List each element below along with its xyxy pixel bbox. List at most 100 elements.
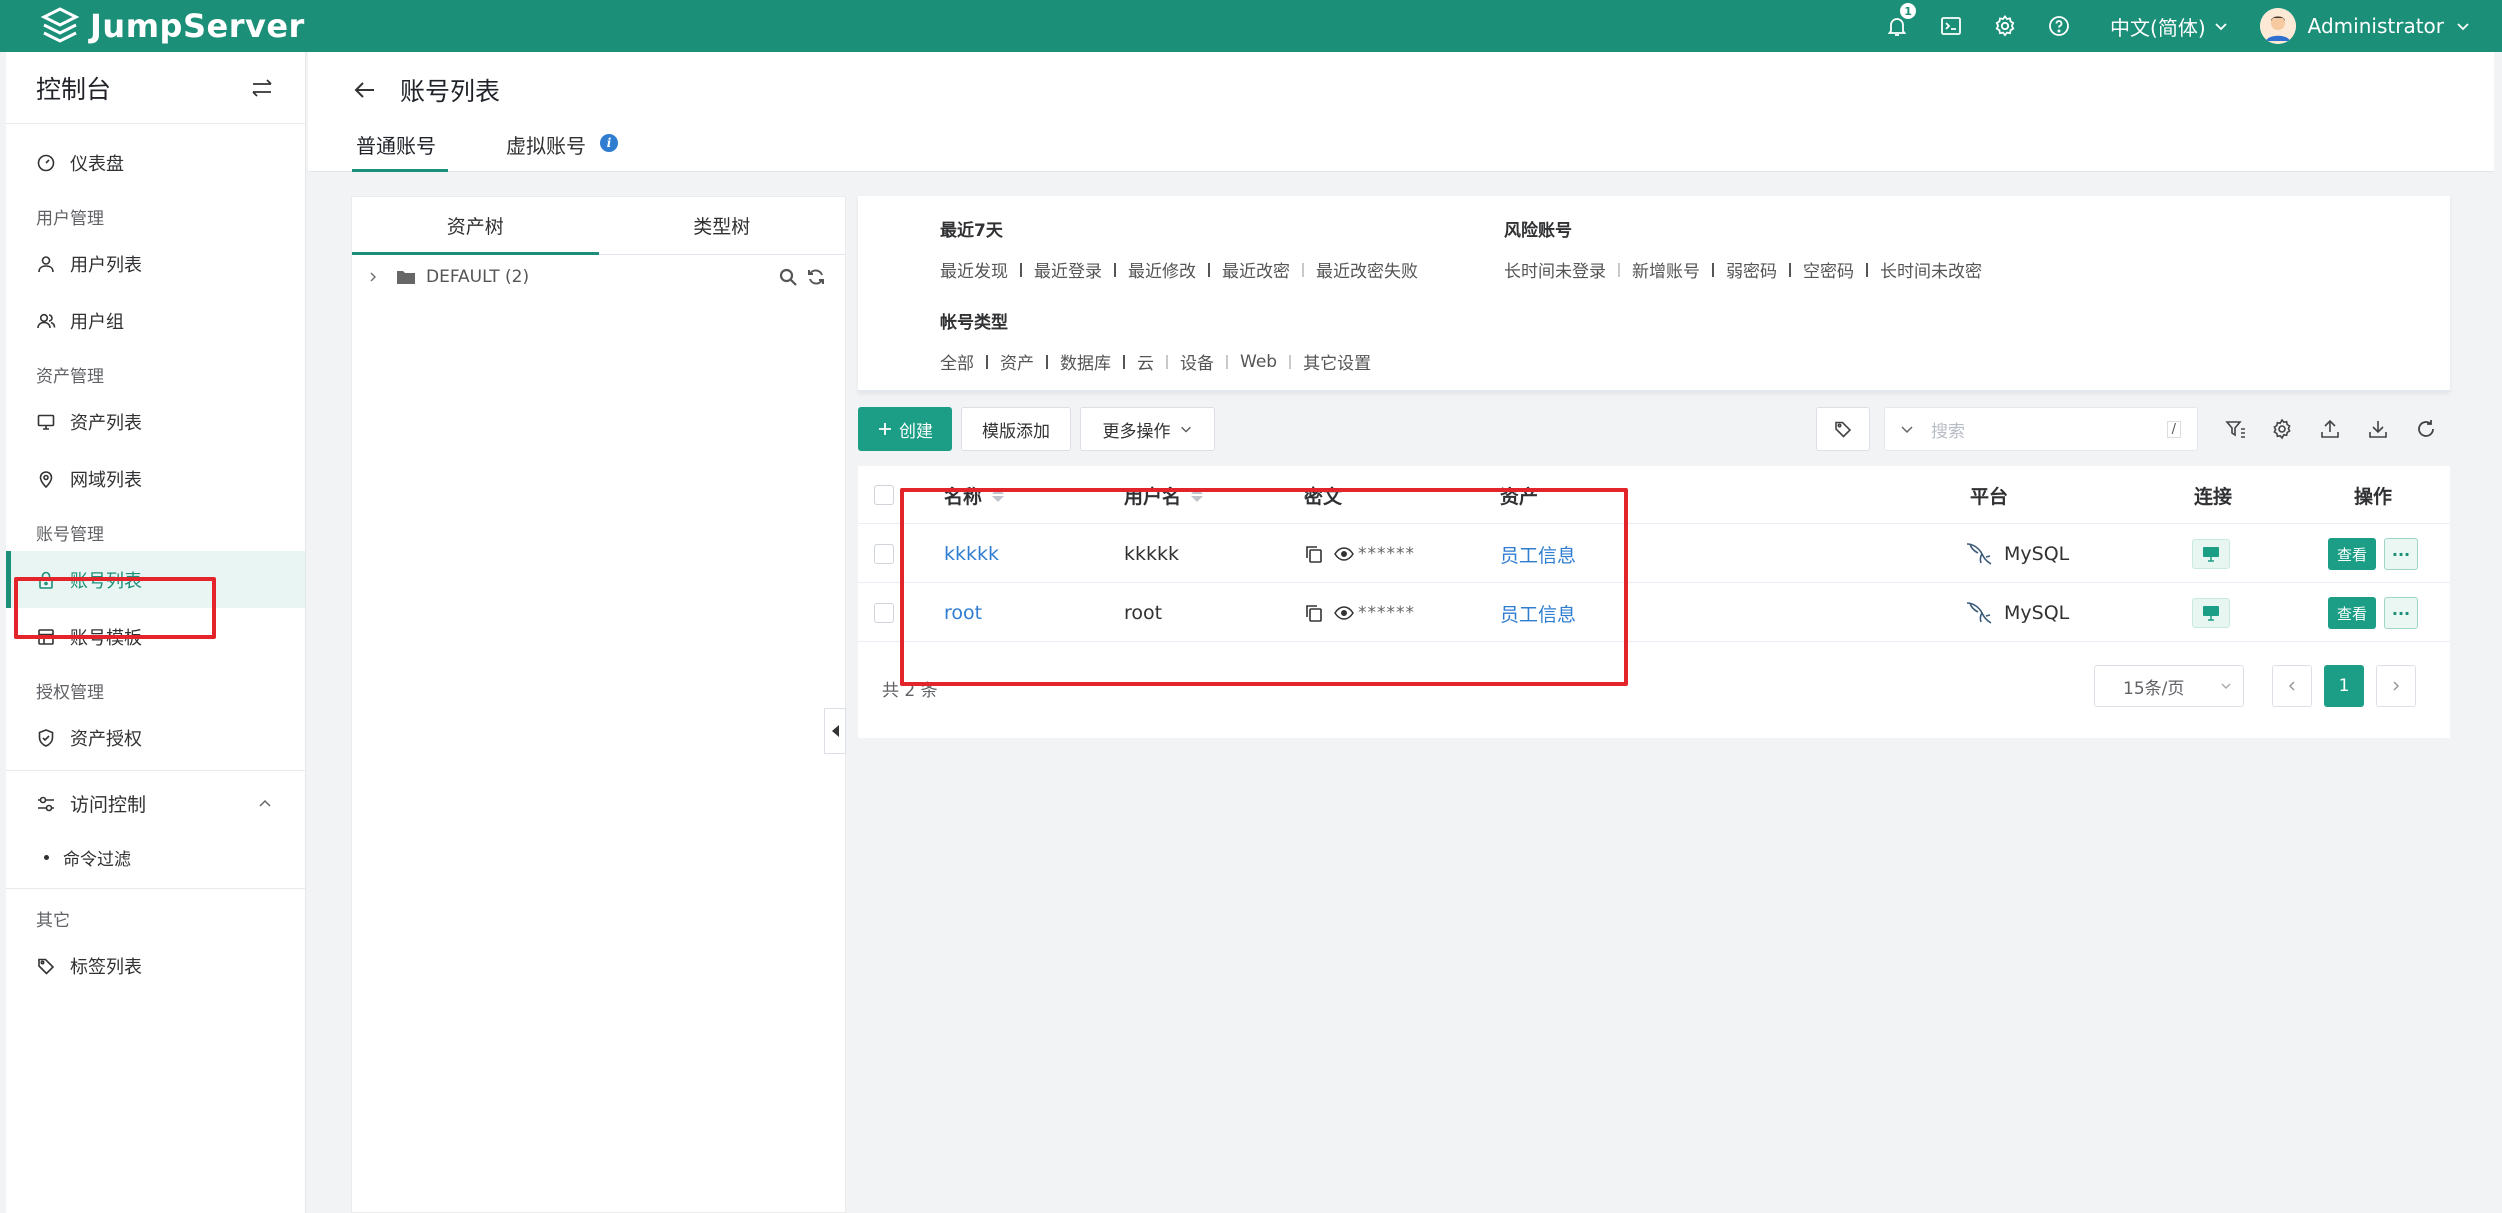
highlight-box-sidebar — [14, 577, 216, 639]
filter-recent-discovered[interactable]: 最近发现 — [940, 257, 1008, 282]
filter-new-accounts[interactable]: 新增账号 — [1632, 257, 1700, 282]
sidebar-group-users: 用户管理 — [36, 209, 104, 229]
sidebar-item-label: 用户组 — [70, 311, 124, 333]
col-actions: 操作 — [2354, 466, 2392, 524]
tab-normal-accounts[interactable]: 普通账号 — [352, 122, 448, 172]
tree-node-default[interactable]: DEFAULT (2) — [366, 267, 826, 287]
page-number-button[interactable]: 1 — [2324, 665, 2364, 707]
logo[interactable]: JumpServer — [40, 0, 305, 52]
search-shortcut-hint: / — [2166, 420, 2181, 438]
filter-type-all[interactable]: 全部 — [940, 349, 974, 374]
select-all-checkbox[interactable] — [874, 485, 894, 505]
template-add-button[interactable]: 模版添加 — [961, 407, 1071, 451]
monitor-icon — [36, 412, 56, 432]
connect-button[interactable] — [2192, 539, 2230, 569]
next-page-button[interactable] — [2376, 665, 2416, 707]
filter-group-risk: 风险账号 长时间未登录 新增账号 弱密码 空密码 长时间未改密 — [1504, 216, 1982, 282]
filter-title: 最近7天 — [940, 221, 1003, 241]
sidebar-item-zone-list[interactable]: 网域列表 — [6, 450, 305, 507]
row-checkbox[interactable] — [874, 544, 894, 564]
label-filter-button[interactable] — [1816, 407, 1870, 451]
page-title: 账号列表 — [400, 77, 501, 106]
more-actions-dropdown[interactable]: 更多操作 — [1080, 407, 1215, 451]
view-button[interactable]: 查看 — [2328, 597, 2376, 629]
filter-title: 帐号类型 — [940, 313, 1008, 333]
template-add-label: 模版添加 — [982, 421, 1050, 442]
filter-type-asset[interactable]: 资产 — [1000, 349, 1034, 374]
download-icon[interactable] — [2366, 417, 2390, 441]
sidebar-title: 控制台 — [36, 74, 112, 104]
tab-label: 普通账号 — [356, 134, 436, 158]
upload-icon[interactable] — [2318, 417, 2342, 441]
sidebar-item-user-list[interactable]: 用户列表 — [6, 235, 305, 292]
help-question-icon[interactable] — [2045, 12, 2073, 40]
search-icon[interactable] — [778, 267, 798, 287]
tree-panel: 资产树 类型树 DEFAULT (2) — [351, 196, 846, 1213]
language-selector[interactable]: 中文(简体) — [2110, 12, 2206, 41]
chevron-down-icon[interactable] — [2212, 17, 2230, 35]
notification-bell-icon[interactable]: 1 — [1883, 2, 1918, 40]
sidebar-item-dashboard[interactable]: 仪表盘 — [6, 134, 305, 191]
chevron-down-icon[interactable] — [1899, 421, 1915, 437]
view-button[interactable]: 查看 — [2328, 538, 2376, 570]
filter-recent-change-failed[interactable]: 最近改密失败 — [1316, 257, 1418, 282]
filter-recent-modified[interactable]: 最近修改 — [1128, 257, 1196, 282]
sidebar-item-access-control[interactable]: 访问控制 — [6, 775, 305, 832]
more-actions-label: 更多操作 — [1102, 421, 1171, 442]
shield-check-icon — [36, 728, 56, 748]
platform-name: MySQL — [2004, 602, 2070, 624]
sidebar-item-user-group[interactable]: 用户组 — [6, 292, 305, 349]
filter-type-web[interactable]: Web — [1240, 352, 1277, 372]
filter-long-no-login[interactable]: 长时间未登录 — [1504, 257, 1606, 282]
more-actions-button[interactable]: ··· — [2384, 538, 2418, 570]
sidebar-item-asset-list[interactable]: 资产列表 — [6, 393, 305, 450]
platform-name: MySQL — [2004, 543, 2070, 565]
connect-button[interactable] — [2192, 598, 2230, 628]
chevron-down-icon[interactable] — [2454, 17, 2472, 35]
sidebar-group-assets: 资产管理 — [36, 367, 104, 387]
row-checkbox[interactable] — [874, 603, 894, 623]
chevron-up-icon[interactable] — [257, 796, 273, 812]
prev-page-button[interactable] — [2272, 665, 2312, 707]
web-terminal-icon[interactable] — [1937, 12, 1965, 40]
create-button[interactable]: 创建 — [858, 407, 952, 451]
tab-asset-tree[interactable]: 资产树 — [352, 197, 599, 255]
filter-recent-login[interactable]: 最近登录 — [1034, 257, 1102, 282]
search-placeholder: 搜索 — [1931, 421, 1965, 442]
user-icon — [36, 254, 56, 274]
folder-icon — [397, 271, 415, 284]
info-icon[interactable]: i — [600, 134, 618, 152]
page-number-label: 1 — [2338, 676, 2350, 696]
sidebar-item-label-list[interactable]: 标签列表 — [6, 937, 305, 994]
switch-view-icon[interactable] — [249, 75, 275, 101]
filter-type-other[interactable]: 其它设置 — [1303, 349, 1371, 374]
chevron-right-icon[interactable] — [366, 270, 380, 284]
filter-empty-password[interactable]: 空密码 — [1803, 257, 1854, 282]
more-actions-button[interactable]: ··· — [2384, 597, 2418, 629]
sidebar-group-other: 其它 — [36, 911, 70, 931]
view-button-label: 查看 — [2336, 604, 2367, 623]
filter-type-cloud[interactable]: 云 — [1137, 349, 1154, 374]
filter-weak-password[interactable]: 弱密码 — [1726, 257, 1777, 282]
filter-type-device[interactable]: 设备 — [1180, 349, 1214, 374]
refresh-icon[interactable] — [806, 267, 826, 287]
column-label: 操作 — [2354, 485, 2393, 508]
refresh-icon[interactable] — [2414, 417, 2438, 441]
search-input[interactable]: 搜索 / — [1884, 407, 2198, 451]
tab-virtual-accounts[interactable]: 虚拟账号 i — [502, 122, 622, 172]
avatar[interactable] — [2259, 8, 2296, 44]
page-size-select[interactable]: 15条/页 — [2094, 665, 2244, 707]
filter-long-no-change[interactable]: 长时间未改密 — [1880, 257, 1982, 282]
filter-type-database[interactable]: 数据库 — [1060, 349, 1111, 374]
filter-recent-changed-secret[interactable]: 最近改密 — [1222, 257, 1290, 282]
username[interactable]: Administrator — [2308, 14, 2444, 38]
sidebar-item-cmd-filter[interactable]: 命令过滤 — [6, 832, 305, 882]
settings-gear-icon[interactable] — [1991, 12, 2019, 40]
filter-columns-icon[interactable] — [2224, 417, 2248, 441]
tab-type-tree[interactable]: 类型树 — [599, 197, 846, 254]
settings-gear-icon[interactable] — [2270, 417, 2294, 441]
sidebar-item-label: 命令过滤 — [63, 849, 131, 870]
collapse-tree-button[interactable] — [824, 708, 846, 754]
sidebar-item-asset-perm[interactable]: 资产授权 — [6, 709, 305, 766]
back-arrow-icon[interactable] — [352, 77, 378, 103]
